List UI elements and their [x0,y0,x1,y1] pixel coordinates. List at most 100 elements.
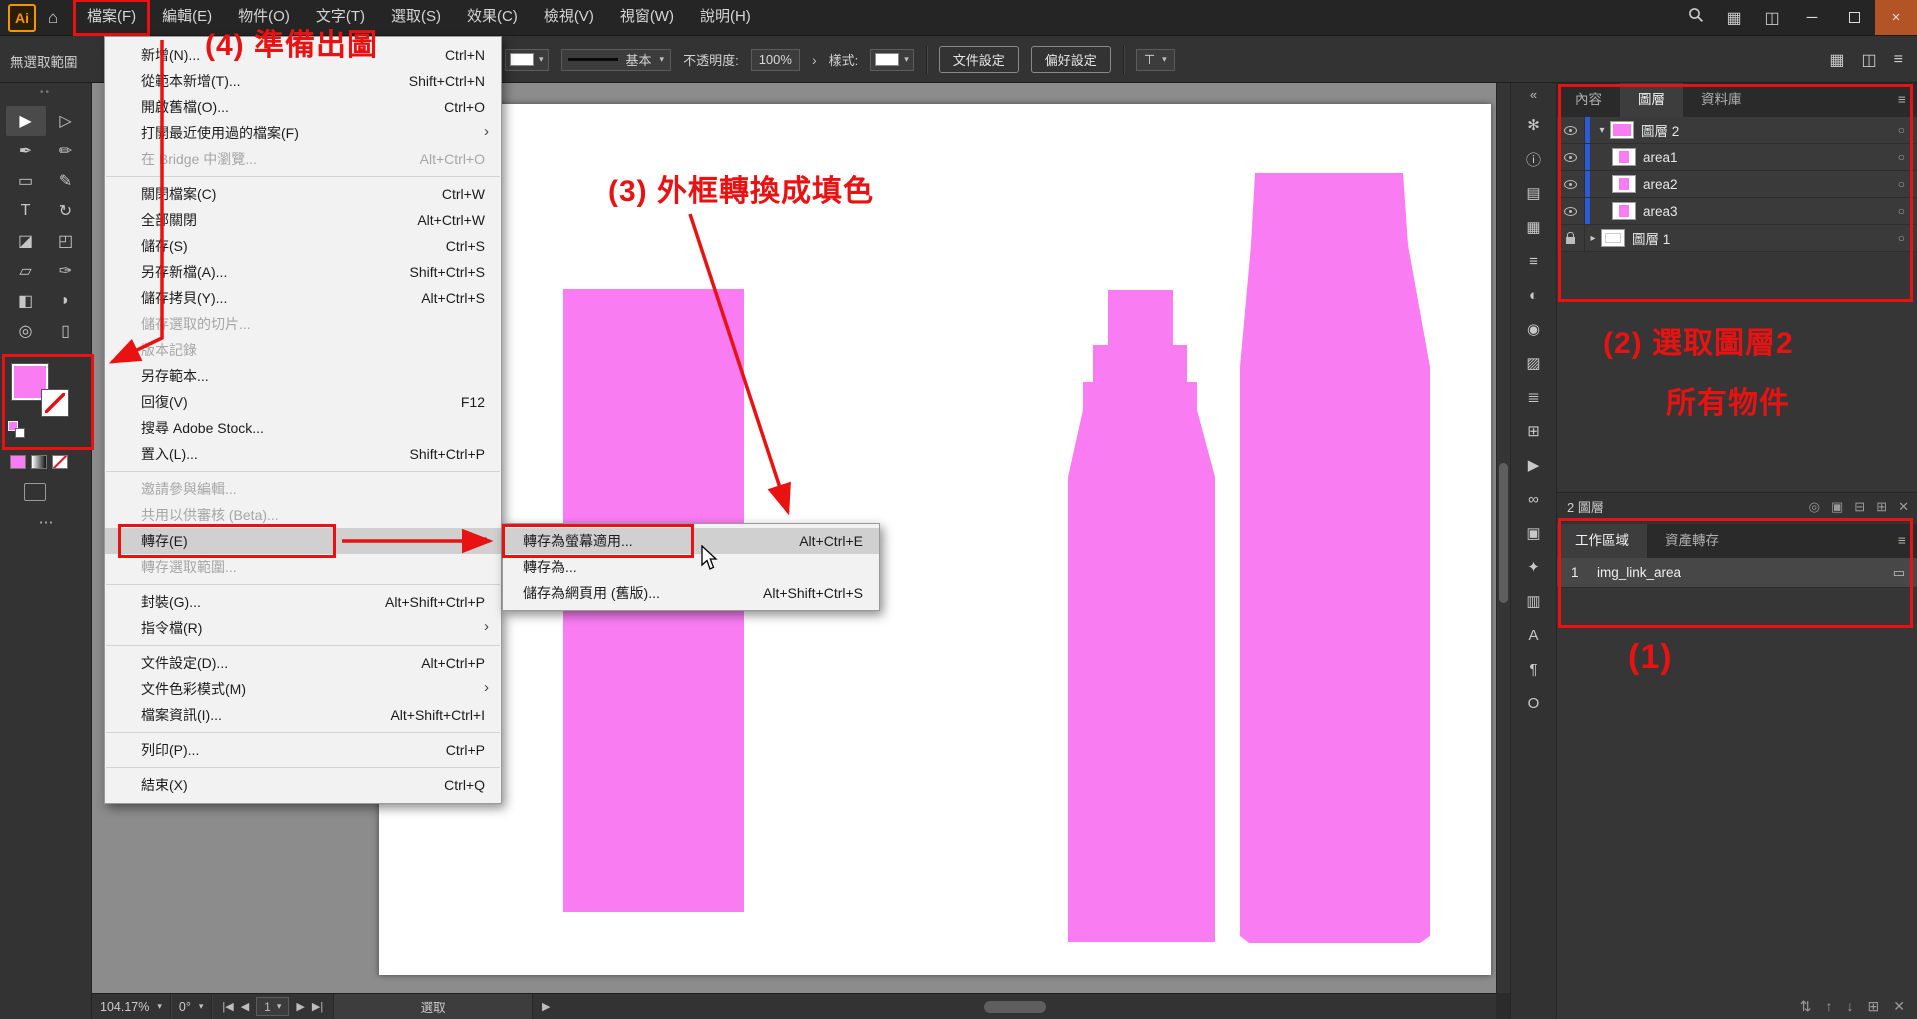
menu-file[interactable]: 檔案(F) [74,0,149,35]
menu-item-version-history[interactable]: 版本記錄 [105,337,501,363]
locate-object-icon[interactable]: ◎ [1809,499,1820,515]
none-button[interactable] [52,455,68,469]
menu-item-invite-to-edit[interactable]: 邀請參與編輯... [105,476,501,502]
stroke-color-swatch[interactable] [42,390,68,416]
layer-thumbnail[interactable] [1612,148,1636,166]
menu-item-package[interactable]: 封裝(G)... Alt+Shift+Ctrl+P [105,589,501,615]
pencil-tool[interactable]: ✑ [46,256,86,286]
rotation-dropdown[interactable]: 0° ▾ [171,994,212,1019]
menu-item-share-for-review[interactable]: 共用以供審核 (Beta)... [105,502,501,528]
navigator-panel-icon[interactable]: ▤ [1511,176,1556,210]
transparency-panel-icon[interactable]: ◐ [1511,278,1556,312]
character-panel-icon[interactable]: A [1511,618,1556,652]
status-play-icon[interactable]: ▶ [533,1000,559,1013]
visibility-toggle[interactable] [1557,198,1585,224]
layer-name[interactable]: area2 [1643,177,1678,192]
menu-item-revert[interactable]: 回復(V) F12 [105,389,501,415]
rotate-tool[interactable]: ↻ [46,196,86,226]
shape-bottle-large[interactable] [1240,173,1430,943]
default-stroke-swatch[interactable] [15,428,25,438]
new-layer-icon[interactable]: ⊞ [1876,499,1887,515]
align-options-dropdown[interactable]: ⊤ ▾ [1136,49,1175,71]
layer-thumbnail[interactable] [1612,202,1636,220]
artboard-tool[interactable]: ▯ [46,316,86,346]
menu-item-save-copy[interactable]: 儲存拷貝(Y)... Alt+Ctrl+S [105,285,501,311]
menu-help[interactable]: 說明(H) [687,0,764,35]
menu-item-save[interactable]: 儲存(S) Ctrl+S [105,233,501,259]
target-circle-icon[interactable]: ○ [1898,204,1905,218]
minimize-button[interactable]: ─ [1791,0,1833,35]
shaper-tool[interactable]: ▱ [6,256,46,286]
menu-item-document-setup[interactable]: 文件設定(D)... Alt+Ctrl+P [105,650,501,676]
layer-thumbnail[interactable] [1610,121,1634,139]
menu-item-open[interactable]: 開啟舊檔(O)... Ctrl+O [105,94,501,120]
app-logo[interactable]: Ai [8,4,36,32]
new-artboard-icon[interactable]: ⊞ [1868,998,1880,1015]
properties-panel-icon[interactable]: ✻ [1511,108,1556,142]
menu-item-save-as-template[interactable]: 另存範本... [105,363,501,389]
pen-tool[interactable]: ✒ [6,136,46,166]
horizontal-scrollbar[interactable] [559,994,1496,1019]
preferences-button[interactable]: 偏好設定 [1031,46,1111,73]
brush-definition-dropdown[interactable]: 基本 ▾ [561,49,672,71]
artboard-number-field[interactable]: 1 ▾ [256,997,289,1016]
control-menu-icon[interactable]: ≡ [1894,51,1903,69]
zoom-dropdown[interactable]: 104.17% ▾ [92,994,171,1019]
visibility-toggle[interactable] [1557,117,1585,143]
paragraph-panel-icon[interactable]: ¶ [1511,652,1556,686]
menu-item-export-for-screens[interactable]: 轉存為螢幕適用... Alt+Ctrl+E [503,528,879,554]
layer-name[interactable]: 圖層 2 [1641,120,1679,140]
search-icon[interactable] [1677,7,1715,28]
restore-button[interactable] [1833,0,1875,35]
zoom-tool[interactable]: ◎ [6,316,46,346]
layer-row-area1[interactable]: area1 ○ [1557,144,1917,171]
document-setup-button[interactable]: 文件設定 [939,46,1019,73]
menu-item-document-color-mode[interactable]: 文件色彩模式(M) [105,676,501,702]
move-up-icon[interactable]: ↑ [1826,998,1833,1015]
menu-select[interactable]: 選取(S) [378,0,454,35]
tab-asset-export[interactable]: 資產轉存 [1647,524,1737,558]
menu-item-search-adobe-stock[interactable]: 搜尋 Adobe Stock... [105,415,501,441]
menu-item-scripts[interactable]: 指令檔(R) [105,615,501,641]
expand-layer-icon[interactable]: ▸ [1585,233,1601,244]
menu-view[interactable]: 檢視(V) [531,0,607,35]
target-circle-icon[interactable]: ○ [1898,231,1905,245]
layer-name[interactable]: area1 [1643,150,1678,165]
target-circle-icon[interactable]: ○ [1898,123,1905,137]
rectangle-tool[interactable]: ▭ [6,166,46,196]
menu-item-open-recent[interactable]: 打開最近使用過的檔案(F) [105,120,501,146]
close-button[interactable]: × [1875,0,1917,35]
menu-item-place[interactable]: 置入(L)... Shift+Ctrl+P [105,441,501,467]
menu-item-save-as[interactable]: 另存新檔(A)... Shift+Ctrl+S [105,259,501,285]
menu-item-close[interactable]: 關閉檔案(C) Ctrl+W [105,181,501,207]
menu-window[interactable]: 視窗(W) [607,0,687,35]
align-panel-icon[interactable]: ≣ [1511,380,1556,414]
layer-row-area3[interactable]: area3 ○ [1557,198,1917,225]
scale-tool[interactable]: ◰ [46,226,86,256]
expand-panels-icon[interactable]: « [1511,83,1556,108]
actions-panel-icon[interactable]: ▶ [1511,448,1556,482]
menu-item-export[interactable]: 轉存(E) [105,528,501,554]
tab-libraries[interactable]: 資料庫 [1683,83,1760,117]
artboard-name[interactable]: img_link_area [1597,565,1681,580]
arrange-documents-icon[interactable]: ▦ [1715,8,1753,28]
menu-item-file-info[interactable]: 檔案資訊(I)... Alt+Shift+Ctrl+I [105,702,501,728]
opacity-more-icon[interactable]: › [812,52,817,68]
paintbrush-tool[interactable]: ✎ [46,166,86,196]
image-trace-panel-icon[interactable]: ▣ [1511,516,1556,550]
layer-row-layer2[interactable]: ▾ 圖層 2 ○ [1557,117,1917,144]
gradient-button[interactable] [31,455,47,469]
swatches-panel-icon[interactable]: ▦ [1511,210,1556,244]
menu-item-print[interactable]: 列印(P)... Ctrl+P [105,737,501,763]
shape-bottle-small[interactable] [1068,290,1215,942]
menu-item-save-selected-slices[interactable]: 儲存選取的切片... [105,311,501,337]
graphic-styles-panel-icon[interactable]: ✦ [1511,550,1556,584]
last-artboard-icon[interactable]: ▶| [312,1000,323,1013]
tab-artboards[interactable]: 工作區域 [1557,524,1647,558]
selection-tool[interactable]: ▶ [6,106,46,136]
info-panel-icon[interactable]: ⓘ [1511,142,1556,176]
menu-effect[interactable]: 效果(C) [454,0,531,35]
workspace-switcher-icon[interactable]: ◫ [1753,8,1791,28]
eraser-tool[interactable]: ◪ [6,226,46,256]
visibility-toggle[interactable] [1557,144,1585,170]
